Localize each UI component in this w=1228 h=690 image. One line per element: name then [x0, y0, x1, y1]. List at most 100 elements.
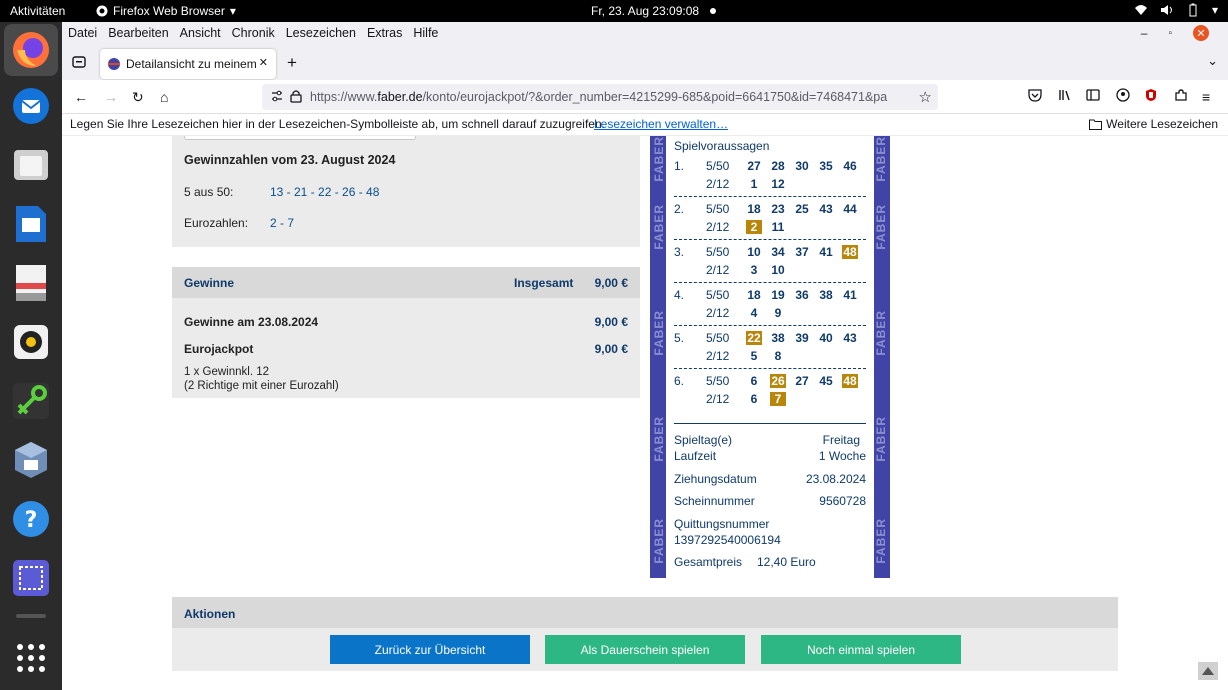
new-tab-icon[interactable]: + [287, 53, 297, 73]
text-editor-icon [16, 265, 46, 301]
dock-thunderbird[interactable] [9, 84, 53, 128]
menu-hilfe[interactable]: Hilfe [413, 26, 438, 40]
system-tray[interactable]: ▾ [1134, 3, 1218, 17]
navigation-bar: ← → ↻ ⌂ https://www. faber.de/konto/euroj… [62, 80, 1228, 114]
dock-app-grid[interactable] [9, 636, 53, 680]
activities-button[interactable]: Aktivitäten [10, 4, 65, 18]
ticket-number: 39 [795, 331, 809, 345]
dock-writer[interactable] [9, 202, 53, 246]
forward-icon[interactable]: → [104, 88, 118, 106]
clock[interactable]: Fr, 23. Aug 23:09:08 [591, 4, 699, 18]
ticket-euro-number: 3 [750, 263, 758, 277]
lock-icon[interactable] [290, 89, 302, 106]
ticket-number: 6 [750, 374, 758, 388]
schein-row: Scheinnummer 9560728 [674, 494, 866, 508]
ticket-row-index: 5. [674, 331, 685, 345]
scroll-to-top-button[interactable] [1198, 662, 1218, 680]
url-path: /konto/eurojackpot/?&order_number=421529… [422, 90, 888, 104]
ticket-number: 46 [843, 159, 857, 173]
account-icon[interactable] [1116, 88, 1130, 106]
play-dauerschein-button[interactable]: Als Dauerschein spielen [545, 635, 745, 664]
menu-chronik[interactable]: Chronik [232, 26, 275, 40]
dock-text-editor[interactable] [9, 261, 53, 305]
ticket-divider [674, 423, 866, 424]
actions-panel: Aktionen Zurück zur Übersicht Als Dauers… [172, 597, 1118, 671]
ticket-number: 45 [819, 374, 833, 388]
other-bookmarks[interactable]: Weitere Lesezeichen [1089, 117, 1218, 131]
notification-dot [710, 8, 716, 14]
url-bar[interactable]: https://www. faber.de/konto/eurojackpot/?… [262, 84, 938, 110]
minimize-icon[interactable]: – [1141, 26, 1148, 40]
quittung-value: 1397292540006194 [674, 533, 781, 547]
dock-help[interactable]: ? [9, 497, 53, 541]
ticket-number: 27 [795, 374, 809, 388]
laufzeit-value: 1 Woche [818, 449, 866, 463]
preis-label: Gesamtpreis [674, 555, 743, 569]
app-grid-icon [17, 644, 45, 672]
ticket-row-separator [674, 196, 866, 197]
page-content: Gewinnzahlen vom 23. August 2024 5 aus 5… [62, 136, 1228, 690]
app-menu[interactable]: Firefox Web Browser ▾ [96, 4, 236, 18]
manage-bookmarks-link[interactable]: Lesezeichen verwalten… [594, 117, 728, 131]
home-icon[interactable]: ⌂ [160, 88, 168, 106]
back-icon[interactable]: ← [74, 88, 88, 106]
menu-ansicht[interactable]: Ansicht [180, 26, 221, 40]
ticket-brand-left-5: FABER [652, 518, 666, 564]
tab-active[interactable]: Detailansicht zu meinem ✕ [100, 49, 276, 79]
ticket-row-euro-label: 2/12 [706, 177, 730, 191]
pocket-icon[interactable] [1028, 88, 1042, 106]
menu-extras[interactable]: Extras [367, 26, 402, 40]
ticket-row: 1. 5/50 2/12 27 28 30 35 46 1 12 [666, 159, 874, 195]
dock-files[interactable] [9, 143, 53, 187]
tab-bar: Detailansicht zu meinem ✕ + ⌄ [62, 44, 1228, 80]
sidebar-icon[interactable] [1086, 88, 1100, 106]
dock-virtualbox[interactable] [9, 438, 53, 482]
extensions-icon[interactable] [1174, 88, 1188, 106]
tab-close-icon[interactable]: ✕ [259, 56, 268, 69]
dock-keepass[interactable] [9, 379, 53, 423]
dock: ? [0, 22, 62, 690]
caret-down-icon: ▾ [1211, 3, 1218, 17]
ticket-row-euro-label: 2/12 [706, 392, 730, 406]
ticket-number: 30 [795, 159, 809, 173]
reload-icon[interactable]: ↻ [132, 88, 144, 106]
ticket-row-main-label: 5/50 [706, 288, 730, 302]
play-again-button[interactable]: Noch einmal spielen [761, 635, 961, 664]
dock-firefox[interactable] [4, 24, 58, 76]
tab-overview-icon[interactable] [72, 55, 86, 72]
spieltag-value: Freitag [822, 433, 860, 447]
ticket-number: 25 [795, 202, 809, 216]
restore-icon[interactable]: ▫ [1168, 28, 1172, 39]
bookmark-star-icon[interactable]: ☆ [914, 88, 932, 106]
ticket-row-index: 4. [674, 288, 685, 302]
firefox-icon [13, 32, 49, 68]
music-player-icon [14, 325, 48, 359]
site-info-icon[interactable] [270, 89, 284, 106]
firefox-small-icon [96, 5, 108, 17]
ublock-icon[interactable] [1144, 88, 1158, 106]
ziehung-row: Ziehungsdatum 23.08.2024 [674, 472, 866, 486]
ticket-number: 41 [843, 288, 857, 302]
laufzeit-row: Laufzeit 1 Woche [674, 449, 866, 463]
ticket-row-main-label: 5/50 [706, 245, 730, 259]
ziehung-value: 23.08.2024 [805, 472, 866, 486]
library-icon[interactable] [1058, 88, 1072, 106]
folder-icon [14, 150, 48, 180]
winnings-detail-2: (2 Richtige mit einer Eurozahl) [184, 380, 339, 392]
dock-rhythmbox[interactable] [9, 320, 53, 364]
dock-screenshot[interactable] [9, 556, 53, 600]
menu-datei[interactable]: Datei [68, 26, 97, 40]
back-to-overview-button[interactable]: Zurück zur Übersicht [330, 635, 530, 664]
tab-list-icon[interactable]: ⌄ [1207, 53, 1218, 69]
ticket-row-index: 2. [674, 202, 685, 216]
ticket-row: 2. 5/50 2/12 18 23 25 43 44 2 11 [666, 202, 874, 238]
hamburger-menu-icon[interactable]: ≡ [1202, 88, 1210, 106]
ticket-number: 36 [795, 288, 809, 302]
ticket-brand-right-3: FABER [874, 310, 888, 356]
close-window-icon[interactable]: ✕ [1193, 25, 1209, 41]
menu-bearbeiten[interactable]: Bearbeiten [108, 26, 168, 40]
help-icon: ? [13, 501, 49, 537]
ticket-row: 4. 5/50 2/12 18 19 36 38 41 4 9 [666, 288, 874, 324]
menu-lesezeichen[interactable]: Lesezeichen [286, 26, 356, 40]
ticket-number: 37 [795, 245, 809, 259]
